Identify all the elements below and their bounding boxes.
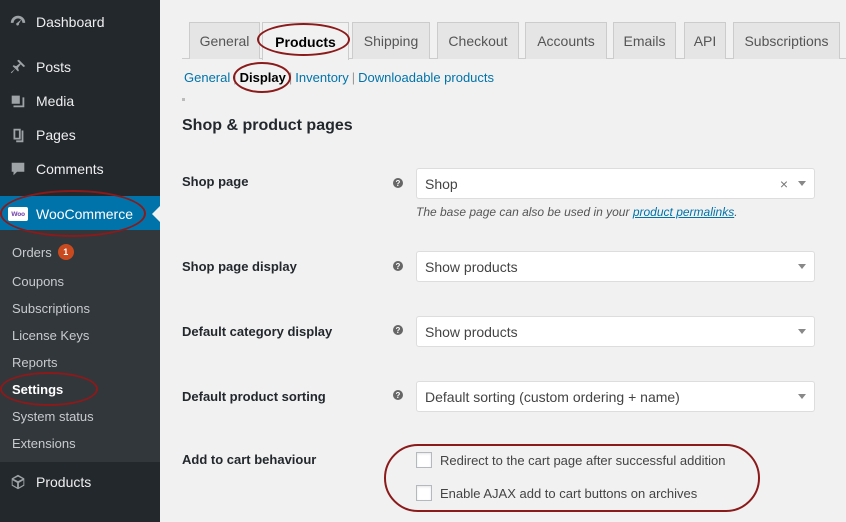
shop-page-label: Shop page <box>182 174 249 189</box>
menu-item-woocommerce[interactable]: Woo WooCommerce <box>0 196 160 232</box>
chevron-down-icon <box>798 329 806 334</box>
submenu-item-orders[interactable]: Orders 1 <box>12 244 74 260</box>
dashboard-icon <box>8 12 28 32</box>
admin-sidebar: Dashboard Posts Media Pages Comments Woo… <box>0 0 160 522</box>
media-icon <box>8 91 28 111</box>
submenu-item-system-status[interactable]: System status <box>12 409 94 424</box>
chevron-down-icon <box>798 264 806 269</box>
description-text: The base page can also be used in your <box>416 205 633 219</box>
settings-subnav: General | Display | Inventory | Download… <box>184 68 494 86</box>
submenu-item-reports[interactable]: Reports <box>12 355 58 370</box>
clear-icon[interactable]: × <box>780 176 788 192</box>
menu-item-dashboard[interactable]: Dashboard <box>0 10 160 34</box>
tab-checkout[interactable]: Checkout <box>437 22 519 59</box>
help-icon[interactable]: ? <box>393 178 403 188</box>
woocommerce-logo-text: Woo <box>11 210 25 218</box>
submenu-item-extensions[interactable]: Extensions <box>12 436 76 451</box>
tab-general[interactable]: General <box>189 22 260 59</box>
ajax-add-to-cart-checkbox[interactable] <box>416 485 432 501</box>
menu-item-media[interactable]: Media <box>0 89 160 113</box>
default-category-display-value: Show products <box>425 323 518 340</box>
help-icon[interactable]: ? <box>393 261 403 271</box>
subnav-separator: | <box>233 69 237 85</box>
woocommerce-logo: Woo <box>8 207 28 221</box>
menu-item-pages[interactable]: Pages <box>0 123 160 147</box>
shop-page-value: Shop <box>425 175 458 192</box>
default-product-sorting-value: Default sorting (custom ordering + name) <box>425 388 680 405</box>
pin-icon <box>8 57 28 77</box>
default-product-sorting-select[interactable]: Default sorting (custom ordering + name) <box>416 381 815 412</box>
subnav-general[interactable]: General <box>184 70 230 85</box>
subnav-separator: | <box>351 69 356 85</box>
add-to-cart-behaviour-label: Add to cart behaviour <box>182 452 317 467</box>
chevron-down-icon <box>798 394 806 399</box>
default-category-display-label: Default category display <box>182 324 333 339</box>
submenu-item-coupons[interactable]: Coupons <box>12 274 64 289</box>
submenu-item-label: Reports <box>12 355 58 370</box>
comments-icon <box>8 159 28 179</box>
menu-item-label: WooCommerce <box>36 206 133 222</box>
menu-item-posts[interactable]: Posts <box>0 55 160 79</box>
description-suffix: . <box>734 205 738 219</box>
products-icon <box>8 472 28 492</box>
ajax-add-to-cart-option[interactable]: Enable AJAX add to cart buttons on archi… <box>416 485 697 501</box>
tab-products[interactable]: Products <box>262 22 349 60</box>
subnav-inventory[interactable]: Inventory <box>295 70 348 85</box>
tab-api[interactable]: API <box>684 22 726 59</box>
tab-subscriptions[interactable]: Subscriptions <box>733 22 840 59</box>
pages-icon <box>8 125 28 145</box>
checkbox-label: Redirect to the cart page after successf… <box>440 452 726 468</box>
menu-item-label: Posts <box>36 59 72 75</box>
menu-item-comments[interactable]: Comments <box>0 157 160 181</box>
subnav-display[interactable]: Display <box>240 70 286 85</box>
woocommerce-icon: Woo <box>8 204 28 224</box>
menu-item-label: Media <box>36 93 75 109</box>
submenu-item-label: Coupons <box>12 274 65 289</box>
section-title: Shop & product pages <box>182 117 353 134</box>
default-category-display-select[interactable]: Show products <box>416 316 815 347</box>
checkbox-label: Enable AJAX add to cart buttons on archi… <box>440 485 698 501</box>
shop-page-select[interactable]: Shop × <box>416 168 815 199</box>
submenu-item-label: Extensions <box>12 436 76 451</box>
submenu-item-license-keys[interactable]: License Keys <box>12 328 89 343</box>
help-icon[interactable]: ? <box>393 325 403 335</box>
redirect-to-cart-checkbox[interactable] <box>416 452 432 468</box>
menu-item-label: Pages <box>36 127 76 143</box>
menu-item-label: Comments <box>36 161 104 177</box>
submenu-item-subscriptions[interactable]: Subscriptions <box>12 301 90 316</box>
woocommerce-submenu: Orders 1 Coupons Subscriptions License K… <box>0 230 160 462</box>
shop-page-description: The base page can also be used in your p… <box>416 205 738 219</box>
default-product-sorting-label: Default product sorting <box>182 389 326 404</box>
submenu-item-label: Settings <box>12 382 64 397</box>
tab-shipping[interactable]: Shipping <box>352 22 430 59</box>
menu-item-label: Dashboard <box>36 14 105 30</box>
help-icon[interactable]: ? <box>393 390 403 400</box>
subnav-separator: | <box>288 69 293 85</box>
submenu-item-label: License Keys <box>12 328 90 343</box>
orders-count-badge: 1 <box>57 244 74 260</box>
product-permalinks-link[interactable]: product permalinks <box>633 205 734 219</box>
subnav-downloadable-products[interactable]: Downloadable products <box>358 70 494 85</box>
submenu-item-settings[interactable]: Settings <box>12 382 63 397</box>
shop-page-display-select[interactable]: Show products <box>416 251 815 282</box>
tab-emails[interactable]: Emails <box>613 22 676 59</box>
shop-page-display-label: Shop page display <box>182 259 297 274</box>
tab-accounts[interactable]: Accounts <box>525 22 607 59</box>
submenu-item-label: Subscriptions <box>12 301 91 316</box>
shop-page-display-value: Show products <box>425 258 518 275</box>
submenu-item-label: System status <box>12 409 94 424</box>
redirect-to-cart-option[interactable]: Redirect to the cart page after successf… <box>416 452 725 468</box>
submenu-item-label: Orders <box>12 244 52 260</box>
divider <box>182 98 185 101</box>
menu-item-label: Products <box>36 474 92 490</box>
chevron-down-icon <box>798 181 806 186</box>
current-menu-arrow <box>152 206 160 222</box>
menu-item-products[interactable]: Products <box>0 470 160 494</box>
